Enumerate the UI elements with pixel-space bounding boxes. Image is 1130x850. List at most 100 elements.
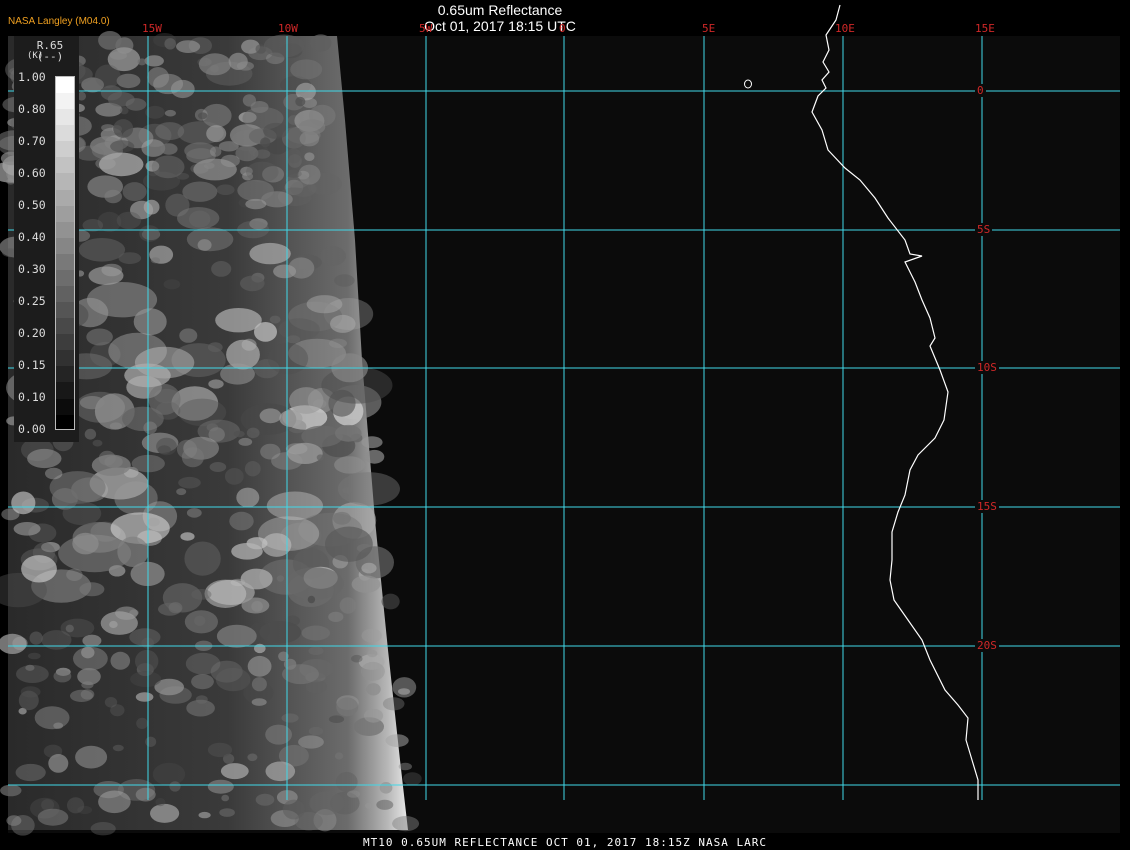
cloud-blob xyxy=(84,428,97,440)
cloud-blob xyxy=(244,461,261,477)
cloud-blob xyxy=(282,799,305,820)
legend-tick-label: 0.20 xyxy=(18,326,46,340)
cloud-blob xyxy=(328,715,345,723)
cloud-blob xyxy=(330,314,356,333)
cloud-blob xyxy=(241,597,270,614)
cloud-blob xyxy=(339,597,357,614)
cloud-blob xyxy=(249,242,291,265)
cloud-blob xyxy=(21,555,57,583)
cloud-blob xyxy=(28,652,41,660)
cloud-blob xyxy=(228,52,248,70)
product-name: 0.65um Reflectance xyxy=(437,2,563,18)
cloud-blob xyxy=(152,762,186,786)
cloud-blob xyxy=(379,782,393,794)
legend-tick-label: 0.30 xyxy=(18,262,46,276)
cloud-blob xyxy=(78,238,126,262)
cloud-blob xyxy=(65,624,74,633)
color-step xyxy=(56,334,74,351)
cloud-blob xyxy=(216,184,235,195)
cloud-blob xyxy=(309,791,345,816)
legend-tick-label: 0.70 xyxy=(18,134,46,148)
cloud-blob xyxy=(191,674,214,690)
cloud-blob xyxy=(290,59,323,80)
cloud-blob xyxy=(265,724,292,745)
cloud-blob xyxy=(193,158,237,181)
cloud-blob xyxy=(157,445,171,455)
cloud-blob xyxy=(265,761,296,782)
latitude-label: 20S xyxy=(975,639,999,652)
color-scale-bar xyxy=(55,76,75,430)
cloud-blob xyxy=(282,664,319,685)
cloud-blob xyxy=(112,744,124,752)
longitude-label: 5E xyxy=(702,22,716,35)
legend-tick-label: 0.15 xyxy=(18,358,46,372)
cloud-blob xyxy=(365,802,373,809)
cloud-blob xyxy=(298,119,326,135)
longitude-label: 5W xyxy=(419,22,433,35)
cloud-blob xyxy=(79,582,105,597)
cloud-blob xyxy=(367,649,378,658)
color-step xyxy=(56,382,74,399)
cloud-blob xyxy=(211,261,232,277)
cloud-blob xyxy=(307,595,316,604)
cloud-blob xyxy=(224,468,244,485)
color-step xyxy=(56,286,74,303)
longitude-label: 10E xyxy=(835,22,855,35)
color-step xyxy=(56,173,74,190)
cloud-blob xyxy=(398,762,412,771)
cloud-blob xyxy=(219,808,235,817)
cloud-blob xyxy=(263,34,305,58)
color-step xyxy=(56,237,74,254)
cloud-blob xyxy=(91,454,131,476)
cloud-blob xyxy=(360,661,385,681)
legend-tick-label: 0.50 xyxy=(18,198,46,212)
cloud-blob xyxy=(245,161,279,183)
cloud-blob xyxy=(398,688,410,695)
color-step xyxy=(56,141,74,158)
cloud-blob xyxy=(143,421,157,435)
cloud-blob xyxy=(20,686,41,698)
latitude-label: 5S xyxy=(975,223,993,236)
longitude-label: 15W xyxy=(142,22,162,35)
cloud-blob xyxy=(160,143,178,155)
cloud-blob xyxy=(207,742,233,758)
reflectance-map xyxy=(0,4,1120,836)
cloud-blob xyxy=(207,779,234,794)
cloud-blob xyxy=(260,137,271,148)
cloud-blob xyxy=(195,695,208,704)
cloud-blob xyxy=(385,734,409,747)
satellite-image-viewer: R.65 (K) (--) 1.00 0.80 0.70 0.60 0.50 0.40 0.… xyxy=(0,0,1130,850)
cloud-blob xyxy=(178,476,201,489)
cloud-blob xyxy=(238,437,253,446)
cloud-blob xyxy=(27,448,62,469)
cloud-blob xyxy=(197,239,212,251)
cloud-blob xyxy=(381,593,400,610)
cloud-blob xyxy=(120,106,129,115)
cloud-blob xyxy=(180,532,195,541)
cloud-blob xyxy=(254,322,277,342)
cloud-blob xyxy=(197,112,208,120)
legend-title: R.65 (K) (--) xyxy=(27,40,70,62)
cloud-blob xyxy=(254,149,271,159)
cloud-blob xyxy=(79,396,105,410)
cloud-blob xyxy=(304,152,315,161)
cloud-blob xyxy=(45,467,63,480)
legend-tick-label: 0.40 xyxy=(18,230,46,244)
cloud-blob xyxy=(122,182,147,202)
cloud-blob xyxy=(130,671,162,688)
cloud-blob xyxy=(67,797,85,814)
cloud-blob xyxy=(335,424,362,442)
cloud-blob xyxy=(260,443,281,460)
cloud-blob xyxy=(15,763,46,782)
cloud-blob xyxy=(164,38,176,50)
cloud-blob xyxy=(179,328,198,343)
cloud-blob xyxy=(72,532,99,555)
cloud-blob xyxy=(186,508,202,518)
cloud-blob xyxy=(298,164,321,185)
cloud-blob xyxy=(334,752,344,760)
cloud-blob xyxy=(150,803,180,823)
cloud-blob xyxy=(308,646,324,656)
cloud-blob xyxy=(392,816,420,832)
color-step xyxy=(56,302,74,319)
cloud-blob xyxy=(176,439,198,459)
